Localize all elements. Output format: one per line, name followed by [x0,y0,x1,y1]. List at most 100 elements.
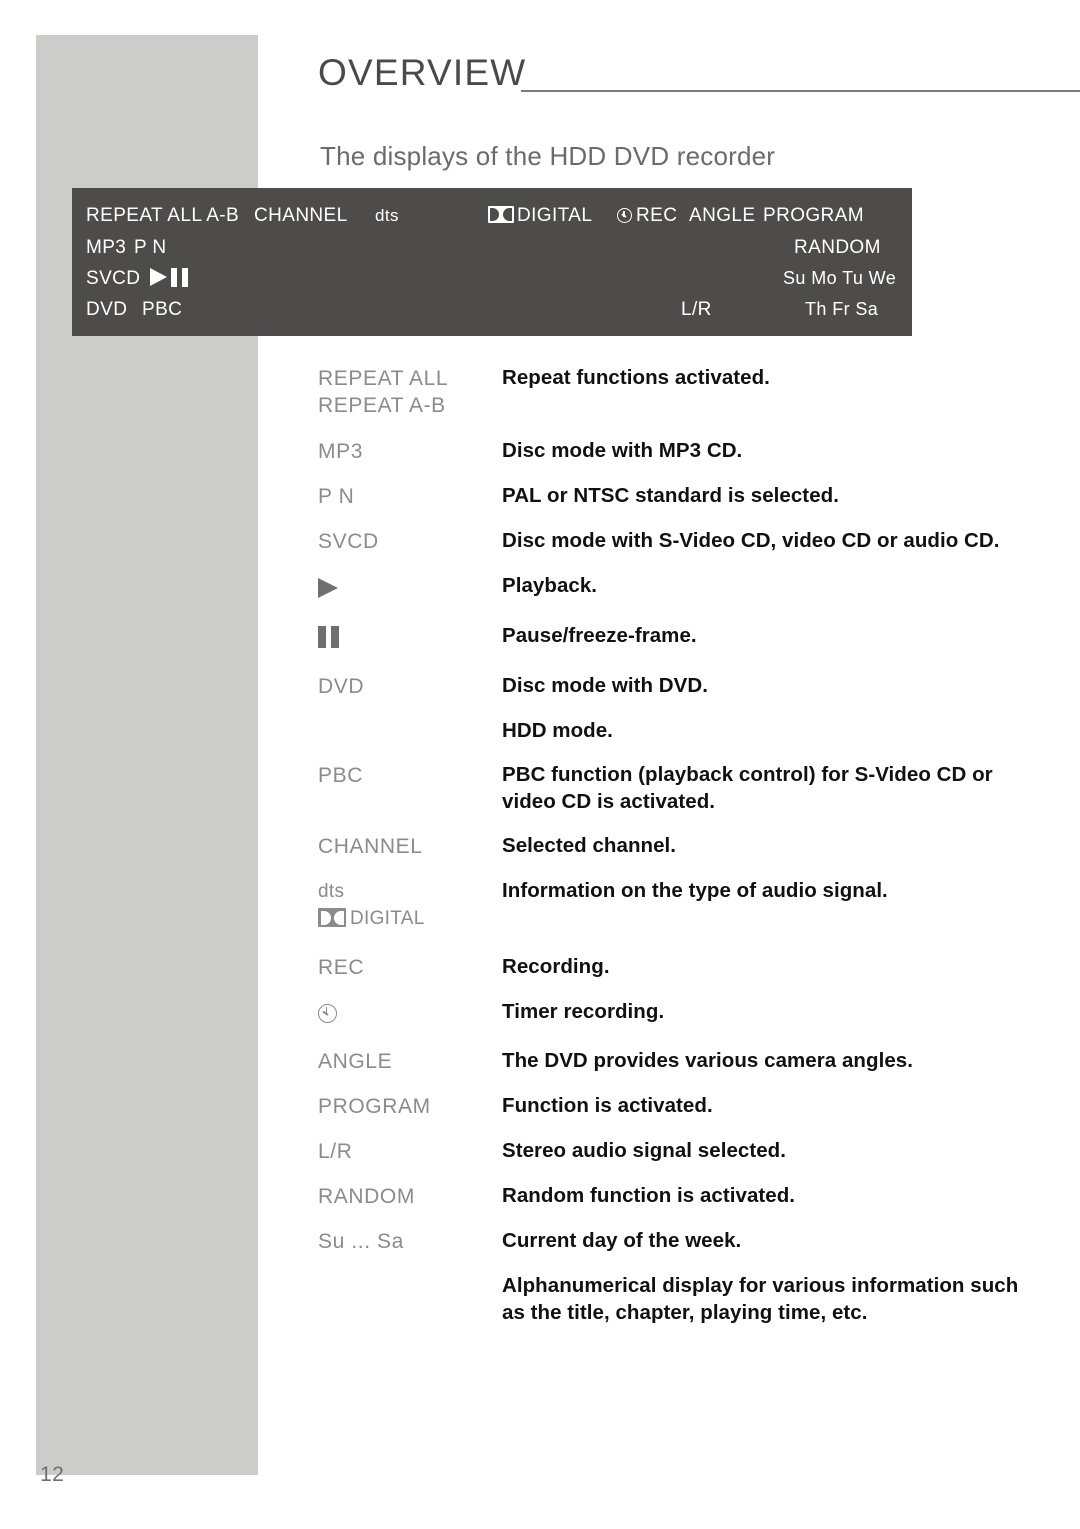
legend-symbol [318,622,502,655]
legend-description: Timer recording. [502,1000,665,1023]
legend-description: Repeat functions activated. [502,366,770,389]
legend-description: The DVD provides various camera angles. [502,1049,913,1072]
vfd-dts-label: dts [375,206,399,225]
legend-row-repeat: REPEAT ALL REPEAT A-B Repeat functions a… [318,364,1058,419]
vfd-dolby-digital-group: DIGITAL [488,200,592,231]
legend-row-pbc: PBC PBC function (playback control) for … [318,761,1058,815]
vfd-transport-icons [148,264,188,295]
vfd-timer-rec-angle-group: REC [617,200,677,231]
dolby-digital-icon [488,206,514,223]
manual-page: 12 OVERVIEW The displays of the HDD DVD … [0,0,1080,1529]
vfd-channel-label: CHANNEL [254,205,348,226]
page-number: 12 [40,1463,65,1486]
legend-symbol-dts: dts [318,881,345,902]
legend-symbol: L/R [318,1140,353,1163]
legend-symbol: SVCD [318,530,379,553]
title-divider [521,90,1080,92]
vfd-mp3-label: MP3 [86,237,127,258]
legend-symbol-line1: REPEAT ALL [318,367,449,390]
legend-description: PAL or NTSC standard is selected. [502,484,839,507]
vfd-pbc-label: PBC [142,299,183,320]
legend-row-svcd: SVCD Disc mode with S-Video CD, video CD… [318,527,1058,555]
legend-row-hdd: HDD mode. [318,717,1058,744]
legend-description: Information on the type of audio signal. [502,879,888,902]
legend-description: Stereo audio signal selected. [502,1139,786,1162]
legend-description: Disc mode with DVD. [502,674,708,697]
legend-row-audio-format: dts DIGITAL Information on the type of a… [318,877,1058,932]
legend-description-line2: video CD is activated. [502,790,716,813]
vfd-angle-label: ANGLE [689,205,756,226]
legend-description: Pause/freeze-frame. [502,624,697,647]
legend-description-line1: Alphanumerical display for various infor… [502,1274,1019,1297]
legend-symbol [318,717,502,718]
vfd-repeat-label: REPEAT ALL A-B [86,205,240,226]
section-subtitle: The displays of the HDD DVD recorder [320,141,776,171]
vfd-rec-label: REC [636,205,678,226]
legend-symbol-dolby-label: DIGITAL [350,908,425,929]
legend-symbol: Su ... Sa [318,1230,404,1253]
vfd-digital-label: DIGITAL [517,205,593,226]
vfd-display-illustration: REPEAT ALL A-B CHANNEL dts DIGITAL REC A… [72,188,912,336]
pause-icon [171,268,188,287]
clock-icon [318,1004,337,1023]
legend-symbol: PROGRAM [318,1095,431,1118]
legend-symbol: DVD [318,675,365,698]
vfd-pal-ntsc-label: P N [134,237,167,258]
chapter-header: OVERVIEW [318,52,1080,104]
legend-description: Disc mode with S-Video CD, video CD or a… [502,529,1000,552]
legend-symbol-line2: REPEAT A-B [318,394,446,417]
page-title: OVERVIEW [318,52,527,93]
legend-symbol: CHANNEL [318,835,423,858]
vfd-lr-label: L/R [681,299,712,320]
legend-symbol [318,998,502,1030]
legend-symbol: PBC [318,764,363,787]
legend-symbol: P N [318,485,355,508]
legend-symbol [318,572,502,605]
legend-symbol [318,1272,502,1273]
play-icon [318,578,338,598]
legend-description: PBC function (playback control) for S-Vi… [502,761,1058,815]
pause-icon [318,626,339,648]
legend-description: Playback. [502,574,598,597]
legend-row-program: PROGRAM Function is activated. [318,1092,1058,1120]
vfd-days-bottom: Th Fr Sa [805,299,879,319]
vfd-svcd-label: SVCD [86,268,141,289]
legend-row-stereo: L/R Stereo audio signal selected. [318,1137,1058,1165]
legend-description: Alphanumerical display for various infor… [502,1272,1058,1326]
legend-symbol: REPEAT ALL REPEAT A-B [318,364,502,419]
legend-description-line1: PBC function (playback control) for S-Vi… [502,763,993,786]
vfd-days-top: Su Mo Tu We [783,268,897,288]
vfd-row-1: REPEAT ALL A-B CHANNEL dts DIGITAL REC A… [72,200,912,231]
legend-symbol: RANDOM [318,1185,415,1208]
legend-description: Current day of the week. [502,1229,742,1252]
vfd-row-3: SVCD Su Mo Tu We [72,263,912,294]
vfd-row-4: DVD PBC L/R Th Fr Sa [72,294,912,325]
legend-symbol: dts DIGITAL [318,877,502,932]
legend-row-dvd: DVD Disc mode with DVD. [318,672,1058,700]
legend-row-random: RANDOM Random function is activated. [318,1182,1058,1210]
vfd-program-label: PROGRAM [763,205,864,226]
legend-row-pal-ntsc: P N PAL or NTSC standard is selected. [318,482,1058,510]
legend-description: Function is activated. [502,1094,713,1117]
legend-row-channel: CHANNEL Selected channel. [318,832,1058,860]
legend-symbol: MP3 [318,440,363,463]
legend-symbol: ANGLE [318,1050,393,1073]
play-icon [150,268,167,286]
vfd-dvd-label: DVD [86,299,128,320]
legend-row-rec: REC Recording. [318,953,1058,981]
legend-description: Recording. [502,955,610,978]
legend-symbol-dolby: DIGITAL [318,905,502,932]
legend-row-mp3: MP3 Disc mode with MP3 CD. [318,437,1058,465]
legend-row-weekday: Su ... Sa Current day of the week. [318,1227,1058,1255]
dolby-digital-icon [318,908,346,927]
legend-description-line2: as the title, chapter, playing time, etc… [502,1301,868,1324]
legend-description: Disc mode with MP3 CD. [502,439,743,462]
vfd-row-2: MP3 P N RANDOM [72,232,912,263]
legend-description: HDD mode. [502,719,613,742]
vfd-random-label: RANDOM [794,237,881,258]
legend-row-timer: Timer recording. [318,998,1058,1030]
clock-icon [617,208,632,223]
legend-row-pause: Pause/freeze-frame. [318,622,1058,655]
legend-description: Selected channel. [502,834,677,857]
legend-symbol: REC [318,956,365,979]
